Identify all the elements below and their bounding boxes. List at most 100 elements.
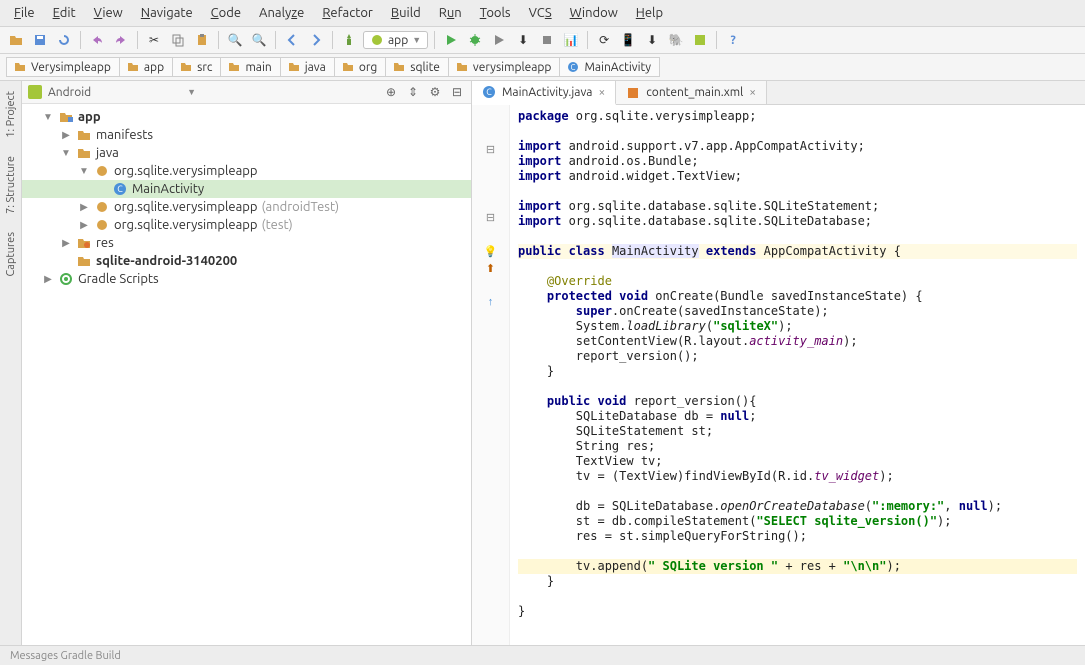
override-up-icon[interactable]: ↑ (488, 296, 494, 311)
tree-node-label: sqlite-android-3140200 (96, 254, 237, 268)
collapse-icon[interactable]: ⊕ (383, 84, 399, 100)
open-icon[interactable] (6, 30, 26, 50)
folder-icon (455, 60, 469, 74)
tree-node[interactable]: ▶res (22, 234, 471, 252)
close-icon[interactable]: × (749, 86, 756, 99)
folder-icon (341, 60, 355, 74)
menu-edit[interactable]: Edit (47, 4, 82, 22)
status-bar: Messages Gradle Build (0, 645, 1085, 665)
apply-changes-icon[interactable] (489, 30, 509, 50)
chevron-down-icon[interactable]: ▼ (60, 147, 72, 159)
tree-node[interactable]: CMainActivity (22, 180, 471, 198)
profile-icon[interactable]: 📊 (561, 30, 581, 50)
tool-project[interactable]: 1: Project (3, 87, 19, 142)
breadcrumb-item[interactable]: src (172, 57, 221, 77)
tree-node-label: Gradle Scripts (78, 272, 159, 286)
chevron-down-icon[interactable]: ▼ (78, 165, 90, 177)
find-icon[interactable]: 🔍 (225, 30, 245, 50)
menu-tools[interactable]: Tools (474, 4, 517, 22)
fold-icon[interactable]: ⊟ (486, 143, 495, 158)
menu-analyze[interactable]: Analyze (253, 4, 310, 22)
gear-icon[interactable]: ⚙ (427, 84, 443, 100)
save-icon[interactable] (30, 30, 50, 50)
menu-run[interactable]: Run (433, 4, 468, 22)
tree-node[interactable]: ▶ Gradle Scripts (22, 270, 471, 288)
menu-help[interactable]: Help (630, 4, 669, 22)
code-editor[interactable]: package org.sqlite.verysimpleapp; import… (510, 105, 1085, 645)
tool-captures[interactable]: Captures (3, 228, 19, 280)
menu-vcs[interactable]: VCS (523, 4, 558, 22)
tree-node[interactable]: ▶manifests (22, 126, 471, 144)
expand-icon[interactable]: ⇕ (405, 84, 421, 100)
tree-node-label: app (78, 110, 101, 124)
chevron-right-icon[interactable]: ▶ (78, 201, 90, 213)
tree-node[interactable]: ▶org.sqlite.verysimpleapp (androidTest) (22, 198, 471, 216)
bulb-icon[interactable]: 💡 (484, 245, 498, 260)
back-icon[interactable] (282, 30, 302, 50)
sdk-icon[interactable]: ⬇ (642, 30, 662, 50)
tool-structure[interactable]: 7: Structure (3, 152, 19, 218)
chevron-right-icon[interactable]: ▶ (60, 129, 72, 141)
project-tree[interactable]: ▼ app ▶manifests▼java▼org.sqlite.verysimpl… (22, 104, 471, 645)
chevron-down-icon[interactable]: ▼ (42, 111, 54, 123)
tree-node[interactable]: ▼ app (22, 108, 471, 126)
debug-icon[interactable] (465, 30, 485, 50)
chevron-right-icon[interactable]: ▶ (42, 273, 54, 285)
lib-icon (76, 254, 92, 268)
sync-icon[interactable] (54, 30, 74, 50)
editor-tab[interactable]: CMainActivity.java× (472, 81, 616, 105)
run-icon[interactable] (441, 30, 461, 50)
fold-icon[interactable]: ⊟ (486, 211, 495, 226)
breadcrumb-item[interactable]: java (280, 57, 335, 77)
chevron-right-icon[interactable]: ▶ (78, 219, 90, 231)
forward-icon[interactable] (306, 30, 326, 50)
left-tool-stripe: 1: Project 7: Structure Captures (0, 81, 22, 645)
gradle-icon[interactable]: 🐘 (666, 30, 686, 50)
android-monitor-icon[interactable] (690, 30, 710, 50)
breadcrumb-item[interactable]: app (119, 57, 173, 77)
paste-icon[interactable] (192, 30, 212, 50)
folder-icon (13, 60, 27, 74)
project-view-selector[interactable]: Android (48, 86, 91, 99)
redo-icon[interactable] (111, 30, 131, 50)
breadcrumb-item[interactable]: CMainActivity (559, 57, 660, 77)
copy-icon[interactable] (168, 30, 188, 50)
android-icon (370, 33, 384, 47)
tree-node[interactable]: ▼org.sqlite.verysimpleapp (22, 162, 471, 180)
editor-tab[interactable]: content_main.xml× (616, 81, 767, 104)
attach-debugger-icon[interactable]: ⬇ (513, 30, 533, 50)
menu-window[interactable]: Window (564, 4, 624, 22)
menu-navigate[interactable]: Navigate (135, 4, 199, 22)
chevron-down-icon: ▼ (412, 35, 421, 45)
menu-build[interactable]: Build (385, 4, 427, 22)
breadcrumb-item[interactable]: sqlite (385, 57, 449, 77)
avd-icon[interactable]: 📱 (618, 30, 638, 50)
breadcrumb-label: verysimpleapp (473, 61, 552, 74)
package-icon (94, 218, 110, 232)
replace-icon[interactable]: 🔍 (249, 30, 269, 50)
chevron-right-icon[interactable]: ▶ (60, 237, 72, 249)
tree-node[interactable]: ▼java (22, 144, 471, 162)
breadcrumb-item[interactable]: main (220, 57, 280, 77)
menu-view[interactable]: View (88, 4, 129, 22)
menu-refactor[interactable]: Refactor (316, 4, 379, 22)
menu-file[interactable]: File (8, 4, 41, 22)
make-icon[interactable] (339, 30, 359, 50)
close-icon[interactable]: × (598, 86, 605, 99)
tree-node[interactable]: sqlite-android-3140200 (22, 252, 471, 270)
editor-gutter[interactable]: ⊟ ⊟ 💡 ⬆ ↑ (472, 105, 510, 645)
res-icon (76, 236, 92, 250)
help-icon[interactable]: ? (723, 30, 743, 50)
stop-icon[interactable] (537, 30, 557, 50)
tree-node[interactable]: ▶org.sqlite.verysimpleapp (test) (22, 216, 471, 234)
undo-icon[interactable] (87, 30, 107, 50)
menu-code[interactable]: Code (205, 4, 247, 22)
cut-icon[interactable]: ✂ (144, 30, 164, 50)
override-icon[interactable]: ⬆ (486, 262, 495, 277)
sync-gradle-icon[interactable]: ⟳ (594, 30, 614, 50)
breadcrumb-item[interactable]: Verysimpleapp (6, 57, 120, 77)
hide-icon[interactable]: ⊟ (449, 84, 465, 100)
run-config-selector[interactable]: app ▼ (363, 31, 428, 49)
breadcrumb-item[interactable]: verysimpleapp (448, 57, 561, 77)
breadcrumb-item[interactable]: org (334, 57, 386, 77)
